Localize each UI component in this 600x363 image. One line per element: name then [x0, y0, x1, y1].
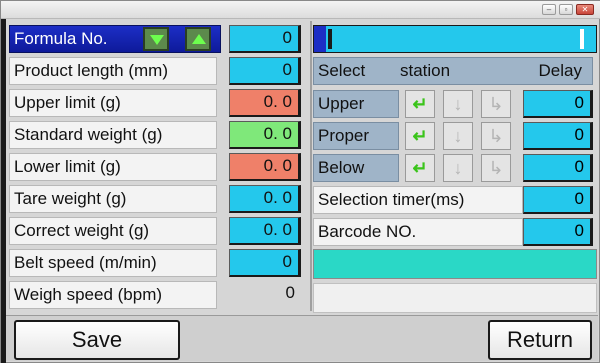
- triangle-down-icon: [150, 35, 164, 45]
- param-value-lower-limit[interactable]: 0. 0: [229, 153, 301, 181]
- formula-up-button[interactable]: [185, 27, 211, 51]
- turn-right-icon[interactable]: ↳: [481, 122, 511, 150]
- return-arrow-icon[interactable]: ↵: [405, 90, 435, 118]
- param-row-product-length: Product length (mm) 0: [9, 55, 309, 87]
- delay-value-upper[interactable]: 0: [523, 90, 593, 118]
- empty-field: [313, 283, 597, 313]
- param-label: Standard weight (g): [9, 121, 217, 149]
- param-value-tare-weight[interactable]: 0. 0: [229, 185, 301, 213]
- selection-header: Select station Delay: [313, 57, 593, 85]
- param-row-upper-limit: Upper limit (g) 0. 0: [9, 87, 309, 119]
- header-station: station: [400, 61, 451, 80]
- status-bar-segment: [314, 26, 326, 52]
- station-label: Upper: [313, 90, 399, 118]
- formula-value[interactable]: 0: [229, 25, 301, 53]
- close-button[interactable]: ✕: [576, 4, 594, 15]
- param-value-upper-limit[interactable]: 0. 0: [229, 89, 301, 117]
- param-label: Tare weight (g): [9, 185, 217, 213]
- status-marker: [328, 29, 332, 49]
- turn-right-icon[interactable]: ↳: [481, 90, 511, 118]
- param-value-weigh-speed: 0: [285, 283, 295, 302]
- param-value-product-length[interactable]: 0: [229, 57, 301, 85]
- triangle-up-icon: [192, 34, 206, 44]
- app-window: – ▫ ✕ Formula No. 0 Product length (mm) …: [0, 0, 600, 363]
- return-arrow-icon[interactable]: ↵: [405, 122, 435, 150]
- header-delay: Delay: [538, 61, 582, 80]
- teal-indicator-bar: [313, 249, 597, 279]
- turn-right-icon[interactable]: ↳: [481, 154, 511, 182]
- return-button[interactable]: Return: [488, 320, 592, 360]
- param-row-lower-limit: Lower limit (g) 0. 0: [9, 151, 309, 183]
- param-row-tare-weight: Tare weight (g) 0. 0: [9, 183, 309, 215]
- header-select: Select: [318, 61, 366, 80]
- station-label: Proper: [313, 122, 399, 150]
- param-row-weigh-speed: Weigh speed (bpm) 0: [9, 279, 309, 311]
- param-row-belt-speed: Belt speed (m/min) 0: [9, 247, 309, 279]
- delay-value-proper[interactable]: 0: [523, 122, 593, 150]
- station-row-proper: Proper ↵ ↓ ↳ 0: [313, 121, 597, 151]
- barcode-value[interactable]: 0: [523, 218, 593, 246]
- delay-value-below[interactable]: 0: [523, 154, 593, 182]
- return-arrow-icon[interactable]: ↵: [405, 154, 435, 182]
- param-value-standard-weight[interactable]: 0. 0: [229, 121, 301, 149]
- param-label: Upper limit (g): [9, 89, 217, 117]
- param-value-belt-speed[interactable]: 0: [229, 249, 301, 277]
- param-label: Correct weight (g): [9, 217, 217, 245]
- panel-divider: [310, 21, 312, 311]
- param-label: Weigh speed (bpm): [9, 281, 217, 309]
- formula-down-button[interactable]: [143, 27, 169, 51]
- save-button[interactable]: Save: [14, 320, 180, 360]
- param-label: Belt speed (m/min): [9, 249, 217, 277]
- param-row-standard-weight: Standard weight (g) 0. 0: [9, 119, 309, 151]
- maximize-button[interactable]: ▫: [559, 4, 573, 15]
- selection-timer-value[interactable]: 0: [523, 186, 593, 214]
- selection-timer-row: Selection timer(ms) 0: [313, 185, 597, 215]
- station-label: Below: [313, 154, 399, 182]
- parameter-panel: Formula No. 0 Product length (mm) 0 Uppe…: [9, 23, 309, 311]
- barcode-row: Barcode NO. 0: [313, 217, 597, 247]
- param-label: Product length (mm): [9, 57, 217, 85]
- formula-row: Formula No. 0: [9, 23, 309, 55]
- down-arrow-icon[interactable]: ↓: [443, 122, 473, 150]
- param-value-correct-weight[interactable]: 0. 0: [229, 217, 301, 245]
- status-bar: [313, 25, 597, 53]
- down-arrow-icon[interactable]: ↓: [443, 90, 473, 118]
- selection-timer-label: Selection timer(ms): [313, 186, 523, 214]
- down-arrow-icon[interactable]: ↓: [443, 154, 473, 182]
- station-row-upper: Upper ↵ ↓ ↳ 0: [313, 89, 597, 119]
- param-label: Lower limit (g): [9, 153, 217, 181]
- status-marker-right: [580, 29, 584, 49]
- barcode-label: Barcode NO.: [313, 218, 523, 246]
- window-edge: [1, 19, 6, 363]
- bottom-toolbar: Save Return: [6, 315, 598, 361]
- minimize-button[interactable]: –: [542, 4, 556, 15]
- title-bar: – ▫ ✕: [1, 1, 600, 19]
- station-row-below: Below ↵ ↓ ↳ 0: [313, 153, 597, 183]
- param-row-correct-weight: Correct weight (g) 0. 0: [9, 215, 309, 247]
